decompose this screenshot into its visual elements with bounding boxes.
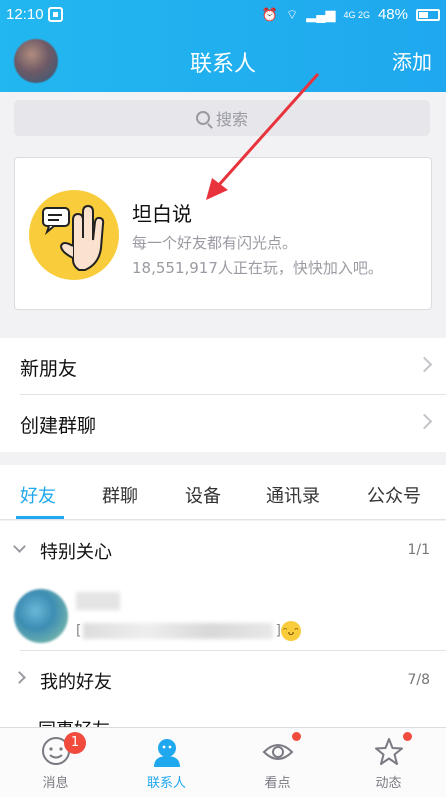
chevron-right-icon [13,671,26,684]
group-my-friends[interactable]: 我的好友 7/8 [0,651,446,709]
status-bar: 12:10 ⏰ ⌔ ▂▄▆ 4G 2G 48% [0,0,446,30]
tab-official-accounts[interactable]: 公众号 [367,482,421,508]
chevron-right-icon [416,413,433,430]
create-group-label: 创建群聊 [20,415,97,437]
chevron-right-icon [416,356,433,373]
friend-name-redacted [76,592,120,610]
notification-dot [403,732,412,741]
group-count: 1/1 [407,542,430,558]
tab-address-book[interactable]: 通讯录 [266,482,320,508]
tab-groups[interactable]: 群聊 [102,482,138,508]
nav-label: 动态 [375,776,402,791]
battery-icon [416,8,440,21]
star-icon [375,738,403,765]
new-friends-label: 新朋友 [20,358,78,380]
nav-label: 联系人 [146,776,186,791]
group-count: 7/8 [407,672,430,688]
group-special-care[interactable]: 特别关心 1/1 [0,521,446,579]
status-redacted [83,623,274,639]
add-button[interactable]: 添加 [392,46,432,75]
status-time: 12:10 [6,6,44,23]
page-title: 联系人 [189,52,256,77]
group-partial-row[interactable]: 同事好友 [0,708,446,728]
nav-contacts[interactable]: 联系人 [111,728,222,797]
group-label: 我的好友 [40,672,112,693]
grin-emoji-icon: ᵔᴗᵔ [280,621,301,641]
tab-friends[interactable]: 好友 [20,482,56,508]
status-indicators: ⏰ ⌔ ▂▄▆ 4G 2G 48% [262,6,440,23]
chevron-down-icon [13,540,26,553]
signal-icon: ▂▄▆ [306,6,336,22]
status-bracket-open: [ [76,623,82,639]
nav-label: 消息 [42,776,69,791]
unread-badge: 1 [64,732,86,754]
create-group-row[interactable]: 创建群聊 [0,395,446,452]
battery-percent: 48% [377,6,408,23]
app-header: 联系人 添加 [0,30,446,92]
contact-tabs: 好友 群聊 设备 通讯录 公众号 [0,465,446,520]
eye-icon [262,744,294,760]
nav-feed[interactable]: 动态 [333,728,444,797]
search-icon [195,111,210,125]
friend-list-item[interactable]: [ ] ᵔᴗᵔ [0,579,446,651]
nav-watch[interactable]: 看点 [222,728,333,797]
tab-devices[interactable]: 设备 [185,482,221,508]
scan-icon [48,7,63,22]
notification-dot [292,732,301,741]
friend-avatar [14,589,68,643]
friend-status: [ ] ᵔᴗᵔ [76,621,301,641]
confession-hand-icon [29,190,119,280]
nav-messages[interactable]: 1 消息 [0,728,111,797]
wifi-icon: ⌔ [286,6,299,22]
new-friends-row[interactable]: 新朋友 [0,338,446,395]
active-tab-indicator [16,516,64,519]
nav-label: 看点 [264,776,291,791]
network-type: 4G 2G [343,9,370,20]
contacts-icon [154,739,180,767]
search-input[interactable]: 搜索 [14,100,430,136]
alarm-icon: ⏰ [261,6,278,22]
group-label: 特别关心 [40,542,112,563]
promo-title: 坦白说 [132,202,192,226]
promo-subtitle: 每一个好友都有闪光点。 [132,234,298,252]
search-placeholder: 搜索 [215,110,248,129]
promo-player-count: 18,551,917人正在玩，快快加入吧。 [132,259,383,277]
search-area: 搜索 [0,92,446,146]
promo-card[interactable]: 坦白说 每一个好友都有闪光点。 18,551,917人正在玩，快快加入吧。 [14,157,432,310]
bottom-nav: 1 消息 联系人 看点 动态 [0,727,446,797]
